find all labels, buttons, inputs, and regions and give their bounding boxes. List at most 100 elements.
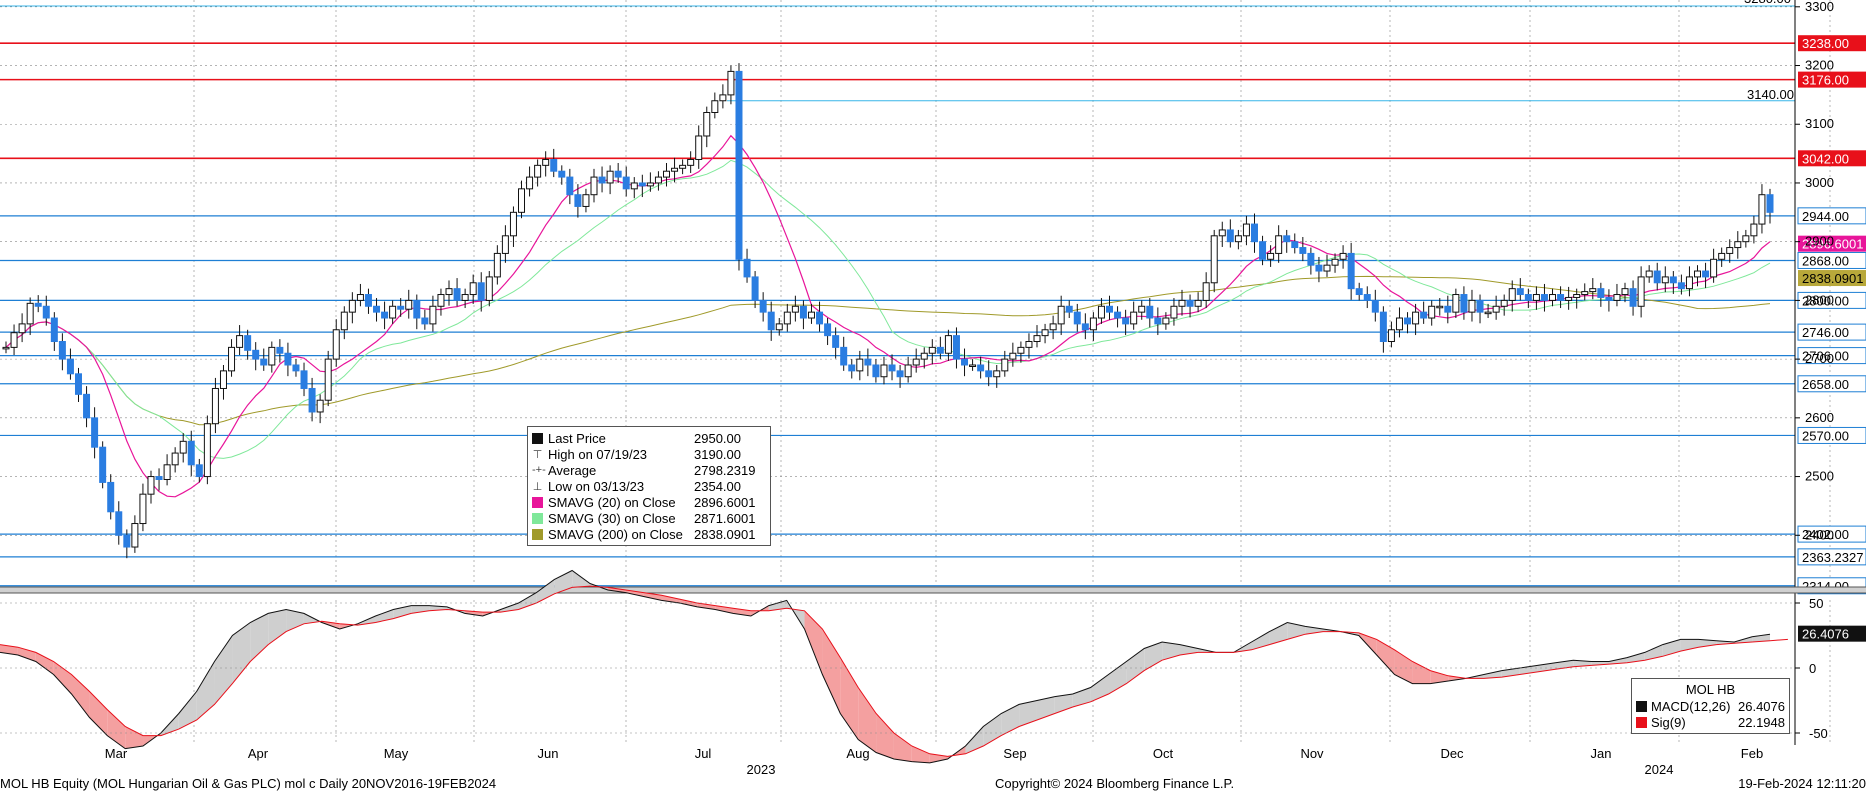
candle-body [1516,288,1524,296]
candle-body [1637,276,1645,307]
macd-fill [911,746,930,763]
x-month-label: Sep [1003,746,1026,761]
candle-body [1049,323,1057,331]
candle-body [1589,288,1597,293]
candle-body [638,182,646,187]
candle-body [1033,335,1041,343]
candle-body [1726,247,1734,254]
resistance-label: 3238.00 [1802,36,1849,51]
legend-name: Sig(9) [1651,714,1686,730]
candle-body [920,352,928,360]
candle-body [526,176,534,190]
sma20-line [5,134,1771,498]
candle-body [1089,317,1097,331]
candle-body [373,305,381,313]
candle-body [1218,229,1226,237]
candle-body [1468,299,1476,313]
candle-body [1234,235,1242,243]
candle-body [542,158,550,166]
legend-name: SMAVG (30) on Close [548,510,676,526]
y-tick-label: 2800 [1805,292,1834,307]
candle-body [147,476,155,495]
candle-body [1323,264,1331,272]
candle-body [284,352,292,366]
candle-body [856,358,864,372]
macd-fill [1269,622,1288,645]
legend-row-sma200: SMAVG (200) on Close 2838.0901 [532,526,766,542]
candle-body [292,364,300,372]
candle-body [558,170,566,178]
macd-legend-title: MOL HB [1685,682,1736,697]
candle-body [1242,223,1250,237]
macd-swatch [1636,700,1647,712]
candle-body [437,294,445,307]
candle-body [179,440,187,454]
support-label: 2746.00 [1802,325,1849,340]
candle-body [1629,288,1637,307]
candle-body [1492,305,1500,313]
candle-body [252,349,260,360]
candle-body [1549,294,1557,301]
candle-body [824,323,832,337]
candles [2,63,1774,559]
x-month-label: May [384,746,409,761]
candle-body [389,305,397,319]
candle-body [1194,299,1202,307]
candle-body [276,346,284,354]
legend-value: 22.1948 [1738,714,1785,730]
candle-body [1154,317,1162,325]
candle-body [1250,223,1258,243]
value-box-label: 2838.0901 [1802,271,1863,286]
candle-body [1146,305,1154,319]
candle-body [1436,305,1444,309]
candle-body [397,305,405,310]
candle-body [1178,299,1186,307]
y-tick-label: 2500 [1805,469,1834,484]
candle-body [1395,317,1403,331]
candle-body [99,446,107,483]
candle-body [1557,294,1565,301]
candle-body [332,329,340,360]
candle-body [904,364,912,378]
legend-name: High on 07/19/23 [548,446,648,462]
y-tick-label: 2400 [1805,527,1834,542]
macd-fill [1019,700,1037,727]
candle-body [244,335,252,351]
y-tick-label: 50 [1809,596,1823,611]
candle-body [316,399,324,413]
candle-body [622,176,630,190]
macd-fill [196,661,215,720]
support-label: 2658.00 [1802,377,1849,392]
candle-body [606,170,614,184]
candle-body [1170,305,1178,319]
candle-body [493,252,501,278]
candle-body [936,346,944,354]
candle-body [1081,323,1089,331]
candle-body [727,70,735,96]
legend-name: MACD(12,26) [1651,698,1731,714]
candle-body [1387,329,1395,343]
candle-body [187,440,195,466]
candle-body [1734,241,1742,249]
candle-body [783,311,791,325]
candle-body [518,188,526,213]
candle-body [646,182,654,187]
candle-body [598,176,606,184]
candle-body [1331,258,1339,266]
level-lines: 3280.00 3238.00 3176.00 3042.00 2944.00 2868.… [0,0,1866,595]
sma200-swatch [532,528,543,540]
legend-name: SMAVG (200) on Close [548,526,683,542]
candle-body [1315,264,1323,272]
candle-body [1605,296,1613,301]
x-month-label: Dec [1440,746,1464,761]
candle-body [1226,229,1234,243]
candle-body [1718,252,1726,260]
y-tick-label: 2600 [1805,410,1834,425]
footer-timestamp: 19-Feb-2024 12:11:20 [1738,776,1866,791]
candle-body [840,346,848,366]
candle-body [928,346,936,354]
candle-body [751,276,759,301]
candle-body [880,364,888,378]
candle-body [107,481,115,513]
legend-name: SMAVG (20) on Close [548,494,676,510]
